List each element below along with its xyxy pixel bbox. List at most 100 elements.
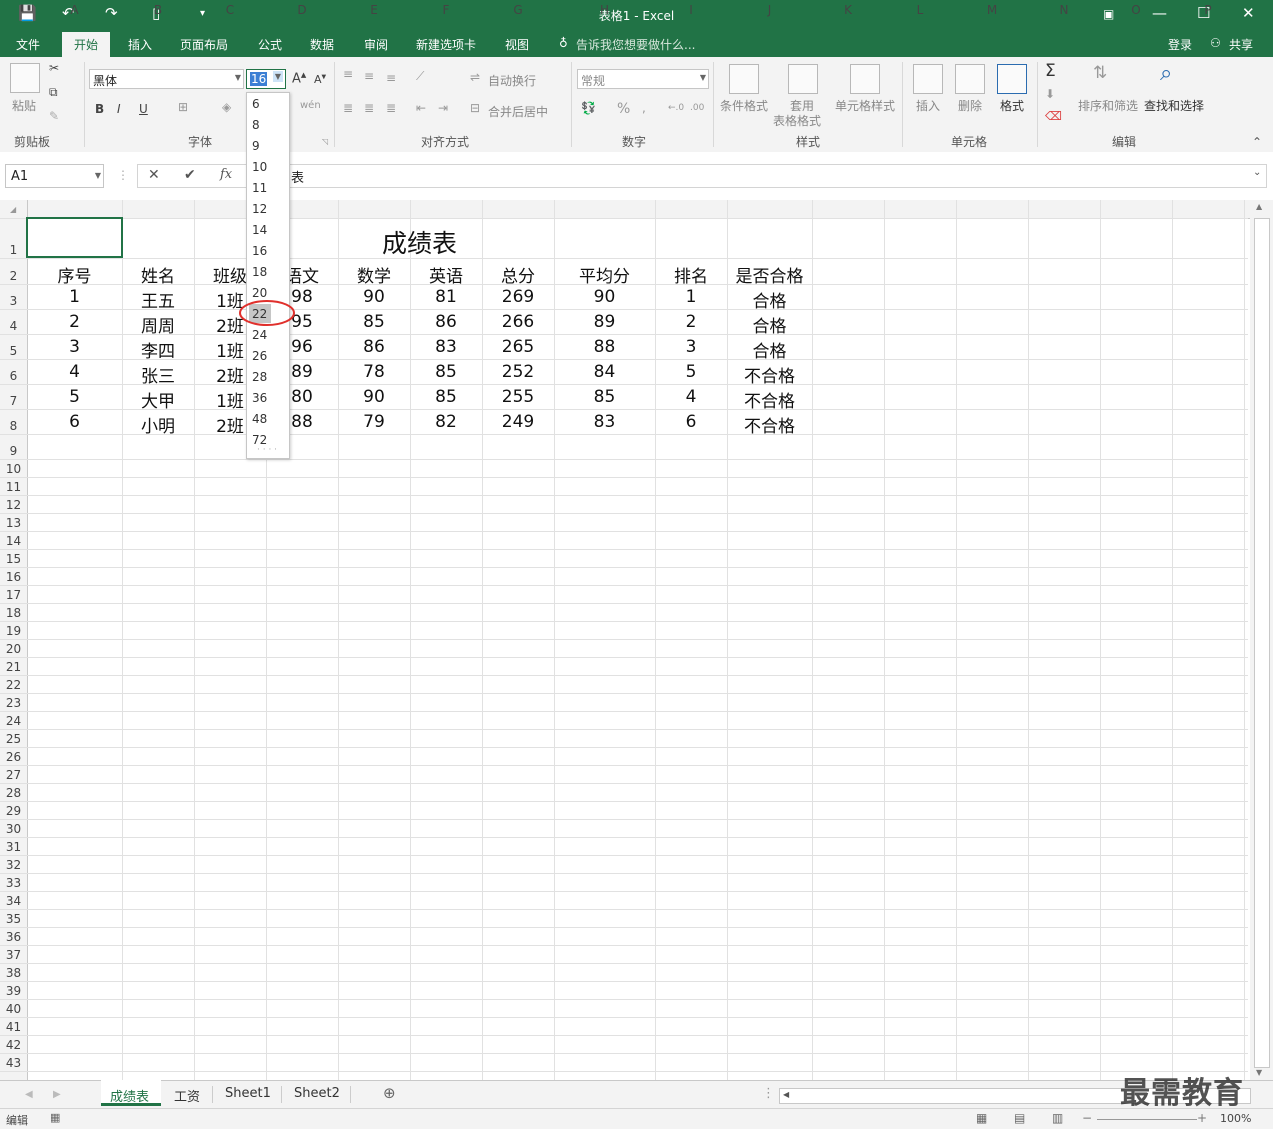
row-header-41[interactable]: 41 (0, 1020, 27, 1034)
data-cell[interactable]: 269 (482, 287, 554, 307)
phonetic-icon[interactable]: wén (300, 100, 321, 111)
row-header-6[interactable]: 6 (0, 369, 27, 383)
sheet-tab-grades[interactable]: 成绩表 (110, 1086, 149, 1105)
data-cell[interactable]: 6 (27, 412, 122, 432)
row-header-30[interactable]: 30 (0, 822, 27, 836)
sheet-tab-sheet1[interactable]: Sheet1 (225, 1086, 271, 1101)
cell-styles-icon[interactable] (850, 64, 880, 94)
data-cell[interactable]: 合格 (727, 337, 812, 362)
column-header-e[interactable]: E (338, 3, 410, 17)
row-header-18[interactable]: 18 (0, 606, 27, 620)
column-header-p[interactable]: P (1172, 3, 1244, 17)
percent-button[interactable]: % (617, 101, 630, 117)
tab-new[interactable]: 新建选项卡 (416, 36, 476, 53)
zoom-level[interactable]: 100% (1220, 1112, 1251, 1125)
data-cell[interactable]: 255 (482, 387, 554, 407)
insert-cells-button[interactable]: 插入 (916, 97, 940, 114)
font-size-option[interactable]: 8 (252, 118, 260, 132)
data-cell[interactable]: 3 (655, 337, 727, 357)
data-cell[interactable]: 3 (27, 337, 122, 357)
column-header-i[interactable]: I (655, 3, 727, 17)
font-size-box[interactable]: 16 ▼ (246, 69, 286, 89)
page-layout-view-icon[interactable]: ▤ (1014, 1111, 1025, 1125)
tab-page-layout[interactable]: 页面布局 (180, 36, 228, 53)
row-header-36[interactable]: 36 (0, 930, 27, 944)
row-header-1[interactable]: 1 (0, 243, 27, 257)
data-cell[interactable]: 81 (410, 287, 482, 307)
data-cell[interactable]: 85 (410, 387, 482, 407)
row-header-33[interactable]: 33 (0, 876, 27, 890)
normal-view-icon[interactable]: ▦ (976, 1111, 987, 1125)
format-painter-icon[interactable]: ✎ (49, 109, 59, 123)
row-header-11[interactable]: 11 (0, 480, 27, 494)
column-header-b[interactable]: B (122, 3, 194, 17)
conditional-format-button[interactable]: 条件格式 (720, 97, 768, 114)
paste-icon[interactable] (10, 63, 40, 93)
row-header-31[interactable]: 31 (0, 840, 27, 854)
row-header-5[interactable]: 5 (0, 344, 27, 358)
tab-view[interactable]: 视图 (505, 36, 529, 53)
delete-cells-icon[interactable] (955, 64, 985, 94)
tab-home[interactable]: 开始 (62, 32, 111, 57)
column-header-a[interactable]: A (27, 3, 122, 17)
data-cell[interactable]: 2 (655, 312, 727, 332)
find-select-button[interactable]: 查找和选择 (1144, 97, 1204, 114)
header-cell[interactable]: 平均分 (554, 262, 655, 287)
font-size-option[interactable]: 10 (252, 160, 267, 174)
data-cell[interactable]: 90 (338, 287, 410, 307)
data-cell[interactable]: 王五 (122, 287, 194, 312)
column-header-j[interactable]: J (727, 3, 812, 17)
data-cell[interactable]: 90 (338, 387, 410, 407)
row-header-12[interactable]: 12 (0, 498, 27, 512)
underline-button[interactable]: U (139, 102, 148, 116)
data-cell[interactable]: 周周 (122, 312, 194, 337)
increase-indent-icon[interactable]: ⇥ (438, 101, 448, 115)
font-size-option[interactable]: 20 (252, 286, 267, 300)
tab-file[interactable]: 文件 (16, 36, 40, 53)
font-size-option[interactable]: 9 (252, 139, 260, 153)
column-header-o[interactable]: O (1100, 3, 1172, 17)
data-cell[interactable]: 不合格 (727, 362, 812, 387)
add-sheet-icon[interactable]: ⊕ (383, 1084, 396, 1102)
macro-record-icon[interactable]: ▦ (50, 1111, 60, 1124)
data-cell[interactable]: 5 (27, 387, 122, 407)
cell-styles-button[interactable]: 单元格样式 (835, 97, 895, 114)
data-cell[interactable]: 266 (482, 312, 554, 332)
header-cell[interactable]: 总分 (482, 262, 554, 287)
data-cell[interactable]: 86 (410, 312, 482, 332)
conditional-format-icon[interactable] (729, 64, 759, 94)
data-cell[interactable]: 252 (482, 362, 554, 382)
data-cell[interactable]: 李四 (122, 337, 194, 362)
orientation-icon[interactable]: ⟋ (416, 69, 424, 84)
autosum-icon[interactable]: Σ (1045, 61, 1056, 81)
column-header-f[interactable]: F (410, 3, 482, 17)
row-header-22[interactable]: 22 (0, 678, 27, 692)
align-left-icon[interactable]: ≣ (343, 101, 353, 115)
data-cell[interactable]: 4 (655, 387, 727, 407)
format-cells-button[interactable]: 格式 (1000, 97, 1024, 114)
italic-button[interactable]: I (117, 102, 121, 116)
comma-style-icon[interactable]: , (642, 101, 646, 115)
data-cell[interactable]: 85 (338, 312, 410, 332)
merge-center-button[interactable]: 合并后居中 (488, 103, 548, 120)
resize-grip-icon[interactable]: · · · · (257, 445, 277, 455)
data-cell[interactable]: 88 (554, 337, 655, 357)
scroll-up-icon[interactable]: ▲ (1256, 202, 1262, 211)
row-header-14[interactable]: 14 (0, 534, 27, 548)
data-cell[interactable]: 83 (554, 412, 655, 432)
row-header-35[interactable]: 35 (0, 912, 27, 926)
row-header-15[interactable]: 15 (0, 552, 27, 566)
tab-data[interactable]: 数据 (310, 36, 334, 53)
data-cell[interactable]: 90 (554, 287, 655, 307)
shrink-font-icon[interactable]: A▼ (314, 73, 326, 86)
row-header-19[interactable]: 19 (0, 624, 27, 638)
accounting-format-icon[interactable]: 💱 (581, 101, 596, 115)
data-cell[interactable]: 86 (338, 337, 410, 357)
increase-decimal-icon[interactable]: ←.0 (668, 103, 684, 113)
data-cell[interactable]: 83 (410, 337, 482, 357)
format-cells-icon[interactable] (997, 64, 1027, 94)
scroll-thumb[interactable] (1254, 218, 1270, 1068)
sort-filter-icon[interactable]: ⇅ (1093, 63, 1107, 83)
row-header-40[interactable]: 40 (0, 1002, 27, 1016)
row-header-13[interactable]: 13 (0, 516, 27, 530)
